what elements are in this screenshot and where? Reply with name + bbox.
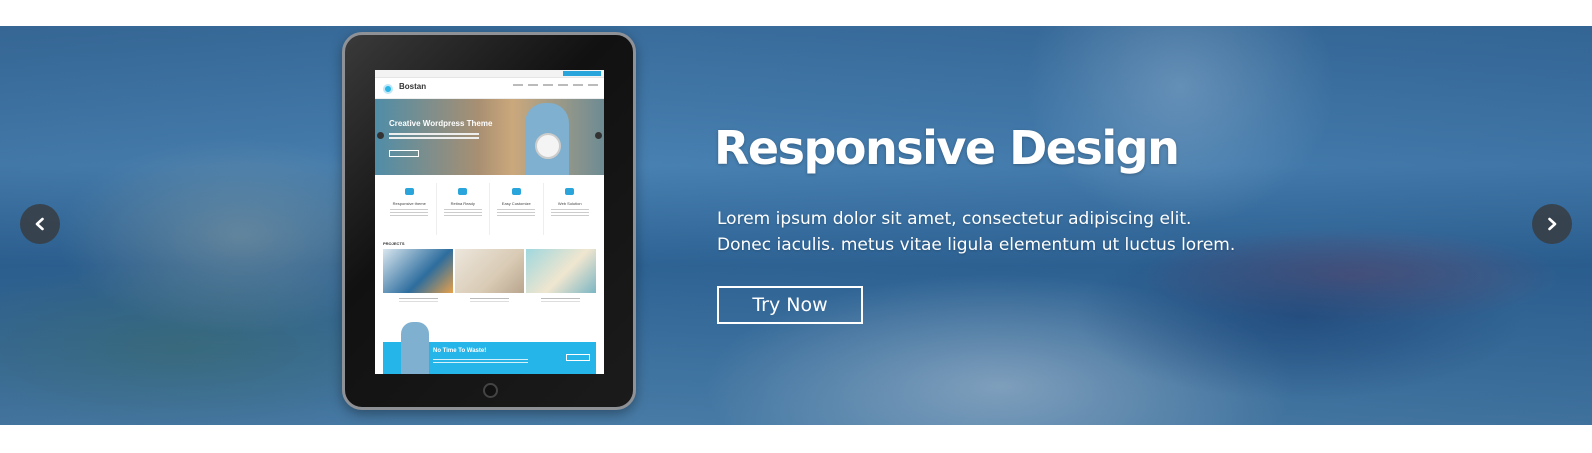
mockup-hero-title: Creative Wordpress Theme xyxy=(389,119,493,128)
chevron-right-icon xyxy=(1548,217,1557,231)
tablet-home-button xyxy=(483,383,498,398)
slide-description-line: Lorem ipsum dolor sit amet, consectetur … xyxy=(717,209,1192,229)
mockup-hero: Creative Wordpress Theme xyxy=(375,99,604,175)
hero-slider: Bostan Creative Wordpress Theme Responsi… xyxy=(0,26,1592,425)
slide-headline: Responsive Design xyxy=(714,121,1180,175)
mockup-feature: Responsive theme xyxy=(383,183,437,235)
mockup-logo-icon xyxy=(383,84,393,94)
slide-description-line: Donec iaculis. metus vitae ligula elemen… xyxy=(717,235,1236,255)
tablet-mockup: Bostan Creative Wordpress Theme Responsi… xyxy=(342,32,636,410)
mockup-feature: Easy Customize xyxy=(490,183,544,235)
mockup-feature: Web Solution xyxy=(544,183,597,235)
mockup-feature: Retina Ready xyxy=(437,183,490,235)
mockup-projects-label: PROJECTS xyxy=(383,241,405,246)
slider-next-button[interactable] xyxy=(1532,204,1572,244)
mockup-project-grid xyxy=(375,249,604,293)
mockup-features: Responsive theme Retina Ready Easy Custo… xyxy=(375,175,604,235)
slide-description: Lorem ipsum dolor sit amet, consectetur … xyxy=(717,206,1235,258)
chevron-left-icon xyxy=(35,217,44,231)
try-now-button[interactable]: Try Now xyxy=(717,286,863,324)
mockup-header: Bostan xyxy=(375,78,604,99)
mockup-clock-image xyxy=(535,133,561,159)
mockup-topbar xyxy=(375,70,604,78)
mockup-site-name: Bostan xyxy=(399,82,427,91)
tablet-screen: Bostan Creative Wordpress Theme Responsi… xyxy=(375,70,604,374)
mockup-nav xyxy=(513,84,598,96)
mockup-cta-person-image xyxy=(401,322,429,374)
slider-prev-button[interactable] xyxy=(20,204,60,244)
